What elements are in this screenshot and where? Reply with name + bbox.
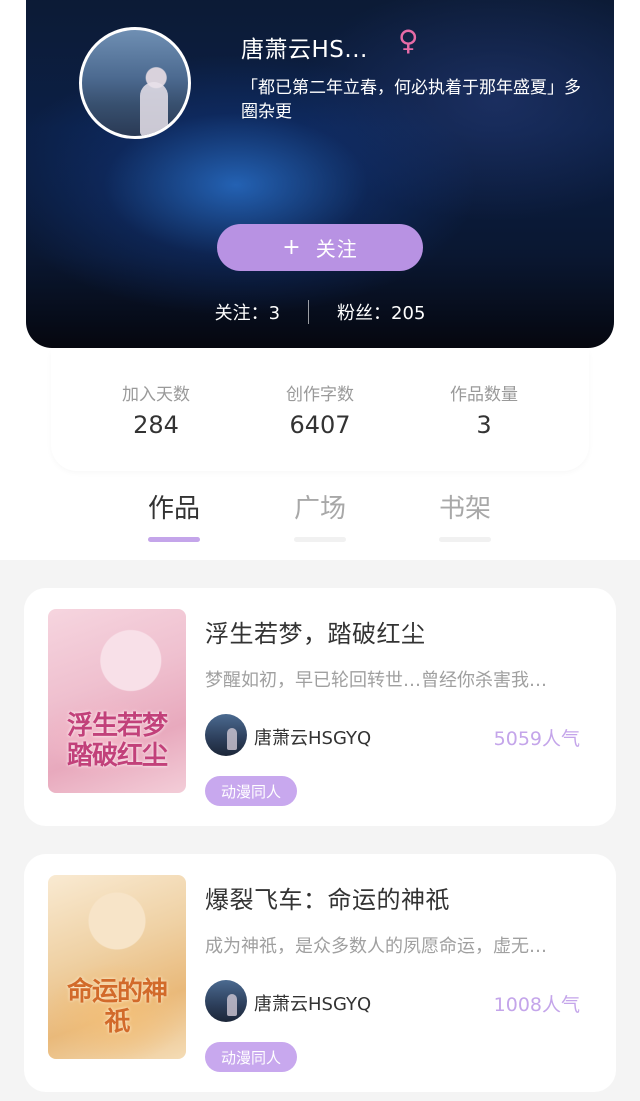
author-name[interactable]: 唐萧云HSGYQ <box>254 990 371 1016</box>
stat-join-days: 加入天数 284 <box>86 380 226 471</box>
tab-label: 书架 <box>438 494 491 524</box>
stat-label: 作品数量 <box>450 385 518 405</box>
book-description: 成为神祇，是众多数人的夙愿命运，虚无… <box>205 936 547 957</box>
profile-header: 唐萧云HS... ♀ 「都已第二年立春，何必执着于那年盛夏」多圈杂更 + 关注 … <box>26 0 614 348</box>
stat-label: 创作字数 <box>286 385 354 405</box>
book-title[interactable]: 浮生若梦，踏破红尘 <box>205 614 426 649</box>
popularity-count: 1008人气 <box>493 994 580 1016</box>
book-cover[interactable]: 命运的神祇 <box>48 875 186 1059</box>
fans-count[interactable]: 粉丝：205 <box>309 299 453 325</box>
stat-word-count: 创作字数 6407 <box>250 380 390 471</box>
female-icon: ♀ <box>398 24 419 57</box>
author-avatar[interactable] <box>205 714 247 756</box>
tab-label: 作品 <box>147 494 200 524</box>
follow-stats: 关注：3 粉丝：205 <box>26 298 614 326</box>
stat-label: 加入天数 <box>122 385 190 405</box>
tab-label: 广场 <box>293 494 346 524</box>
profile-bio: 「都已第二年立春，何必执着于那年盛夏」多圈杂更 <box>241 78 581 122</box>
popularity-count: 5059人气 <box>493 728 580 750</box>
tab-indicator <box>294 537 346 542</box>
book-title[interactable]: 爆裂飞车：命运的神祇 <box>205 880 450 915</box>
tab-indicator <box>148 537 200 542</box>
cover-title-art: 命运的神祇 <box>66 977 168 1037</box>
profile-username: 唐萧云HS... <box>241 37 368 63</box>
tab-bookshelf[interactable]: 书架 <box>425 488 505 542</box>
book-card[interactable]: 浮生若梦踏破红尘 浮生若梦，踏破红尘 梦醒如初，早已轮回转世…曾经你杀害我… 唐… <box>24 588 616 826</box>
category-tag[interactable]: 动漫同人 <box>205 1042 298 1072</box>
tab-indicator <box>439 537 491 542</box>
book-description: 梦醒如初，早已轮回转世…曾经你杀害我… <box>205 670 547 691</box>
follow-button[interactable]: + 关注 <box>217 224 423 271</box>
plus-icon: + <box>282 235 302 260</box>
stat-value: 6407 <box>289 411 351 439</box>
following-count[interactable]: 关注：3 <box>187 299 308 325</box>
book-cover[interactable]: 浮生若梦踏破红尘 <box>48 609 186 793</box>
book-card[interactable]: 命运的神祇 爆裂飞车：命运的神祇 成为神祇，是众多数人的夙愿命运，虚无… 唐萧云… <box>24 854 616 1092</box>
author-name[interactable]: 唐萧云HSGYQ <box>254 724 371 750</box>
stat-value: 3 <box>476 411 492 439</box>
tab-works[interactable]: 作品 <box>134 488 214 542</box>
profile-avatar[interactable] <box>79 27 191 139</box>
author-avatar[interactable] <box>205 980 247 1022</box>
stat-works-count: 作品数量 3 <box>414 380 554 471</box>
cover-title-art: 浮生若梦踏破红尘 <box>66 711 168 771</box>
content-tabs: 作品 广场 书架 <box>0 488 640 548</box>
tab-plaza[interactable]: 广场 <box>280 488 360 542</box>
stat-value: 284 <box>133 411 179 439</box>
category-tag[interactable]: 动漫同人 <box>205 776 298 806</box>
follow-button-label: 关注 <box>315 237 358 261</box>
stats-card: 加入天数 284 创作字数 6407 作品数量 3 <box>51 350 589 471</box>
